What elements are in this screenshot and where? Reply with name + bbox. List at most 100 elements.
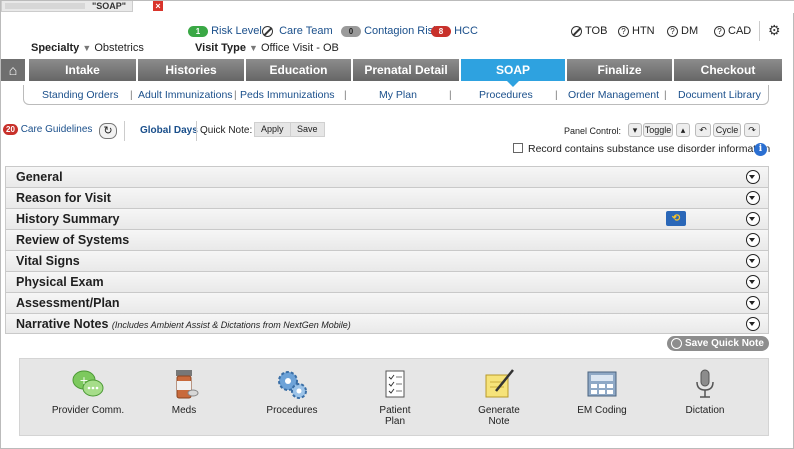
subnav-adult-immunizations[interactable]: Adult Immunizations	[138, 89, 233, 101]
panel-history-summary[interactable]: History Summary ⟲	[5, 208, 769, 229]
home-icon[interactable]: ⌂	[1, 59, 25, 81]
subnav-separator: |	[449, 90, 452, 101]
expand-chevron-icon[interactable]	[746, 191, 760, 205]
cycle-forward-icon[interactable]: ↷	[744, 123, 760, 137]
question-icon: ?	[618, 25, 629, 37]
subnav-procedures[interactable]: Procedures	[479, 89, 533, 101]
save-quick-note-label: Save Quick Note	[685, 338, 764, 349]
panel-physical-exam[interactable]: Physical Exam	[5, 271, 769, 292]
flag-cad[interactable]: ? CAD	[714, 24, 751, 38]
question-icon: ?	[714, 25, 725, 37]
tab-prenatal-detail[interactable]: Prenatal Detail	[353, 59, 460, 81]
panel-assessment-plan[interactable]: Assessment/Plan	[5, 292, 769, 313]
save-quick-note-button[interactable]: Save Quick Note	[667, 336, 769, 351]
document-tab[interactable]: "SOAP"	[1, 1, 134, 12]
expand-chevron-icon[interactable]	[746, 275, 760, 289]
panel-title: Reason for Visit	[16, 191, 111, 205]
hcc[interactable]: 8 HCC	[431, 24, 478, 38]
procedures-button[interactable]: Procedures	[252, 367, 332, 416]
expand-all-icon[interactable]: ▴	[676, 123, 690, 137]
flag-tob[interactable]: TOB	[571, 24, 607, 38]
clock-icon	[671, 338, 682, 349]
hcc-label: HCC	[454, 25, 478, 37]
care-team-label: Care Team	[279, 25, 333, 37]
patient-plan-button[interactable]: Patient Plan	[355, 367, 435, 427]
expand-chevron-icon[interactable]	[746, 233, 760, 247]
tab-education[interactable]: Education	[246, 59, 352, 81]
chevron-down-icon: ▼	[82, 43, 92, 53]
generate-note-button[interactable]: Generate Note	[459, 367, 539, 427]
header-divider	[759, 21, 760, 41]
panel-reason-for-visit[interactable]: Reason for Visit	[5, 187, 769, 208]
tab-finalize[interactable]: Finalize	[567, 59, 673, 81]
expand-chevron-icon[interactable]	[746, 296, 760, 310]
apply-button[interactable]: Apply	[254, 122, 291, 137]
procedures-label: Procedures	[266, 405, 318, 416]
toolbar-divider	[124, 121, 125, 141]
specialty-label: Specialty	[31, 42, 80, 54]
tab-checkout[interactable]: Checkout	[674, 59, 783, 81]
toggle-button[interactable]: Toggle	[643, 123, 673, 137]
close-tab-icon[interactable]: ×	[153, 1, 163, 11]
subnav-standing-orders[interactable]: Standing Orders	[42, 89, 118, 101]
calculator-icon	[587, 371, 617, 397]
document-tab-label: "SOAP"	[92, 1, 127, 11]
flag-htn-label: HTN	[632, 25, 655, 37]
hcc-pill: 8	[431, 25, 451, 37]
panel-title: History Summary	[16, 212, 120, 226]
contagion-risk[interactable]: 0 Contagion Risk	[341, 24, 439, 38]
flag-cad-label: CAD	[728, 25, 752, 37]
collapse-all-icon[interactable]: ▾	[628, 123, 642, 137]
panel-narrative-notes[interactable]: Narrative Notes (Includes Ambient Assist…	[5, 313, 769, 334]
main-nav: ⌂ Intake Histories Education Prenatal De…	[1, 59, 783, 87]
panel-vital-signs[interactable]: Vital Signs	[5, 250, 769, 271]
subnav-separator: |	[344, 90, 347, 101]
history-update-icon[interactable]: ⟲	[666, 211, 686, 226]
subnav-order-management[interactable]: Order Management	[568, 89, 659, 101]
expand-chevron-icon[interactable]	[746, 170, 760, 184]
em-coding-button[interactable]: EM Coding	[562, 367, 642, 416]
subnav-separator: |	[664, 90, 667, 101]
substance-use-checkbox[interactable]	[513, 143, 523, 153]
tab-intake[interactable]: Intake	[29, 59, 137, 81]
info-icon[interactable]: i	[754, 143, 767, 156]
expand-chevron-icon[interactable]	[746, 254, 760, 268]
panel-title-text: Narrative Notes	[16, 317, 109, 331]
provider-comm-button[interactable]: + Provider Comm.	[48, 367, 128, 416]
specialty-selector[interactable]: Specialty ▼ Obstetrics	[31, 41, 144, 55]
contagion-risk-label: Contagion Risk	[364, 25, 439, 37]
panel-title: Narrative Notes (Includes Ambient Assist…	[16, 317, 351, 331]
tab-soap[interactable]: SOAP	[461, 59, 566, 87]
subnav-document-library[interactable]: Document Library	[678, 89, 761, 101]
care-team[interactable]: Care Team	[262, 24, 333, 38]
global-days-link[interactable]: Global Days	[140, 125, 198, 137]
risk-level[interactable]: 1 Risk Level	[188, 24, 262, 38]
subnav-separator: |	[234, 90, 237, 101]
prohibited-icon	[571, 25, 582, 37]
flag-htn[interactable]: ? HTN	[618, 24, 655, 38]
provider-comm-label: Provider Comm.	[51, 405, 125, 416]
flag-dm[interactable]: ? DM	[667, 24, 698, 38]
subnav-peds-immunizations[interactable]: Peds Immunizations	[240, 89, 335, 101]
expand-chevron-icon[interactable]	[746, 212, 760, 226]
care-guidelines[interactable]: 20 Care Guidelines	[3, 124, 92, 136]
tab-histories[interactable]: Histories	[138, 59, 245, 81]
risk-level-label: Risk Level	[211, 25, 262, 37]
dictation-button[interactable]: Dictation	[665, 367, 745, 416]
panel-title: Vital Signs	[16, 254, 80, 268]
save-button[interactable]: Save	[290, 122, 325, 137]
panel-review-of-systems[interactable]: Review of Systems	[5, 229, 769, 250]
prohibited-icon	[262, 25, 273, 37]
expand-chevron-icon[interactable]	[746, 317, 760, 331]
cycle-button[interactable]: Cycle	[713, 123, 741, 137]
dictation-label: Dictation	[685, 405, 725, 416]
visit-type-selector[interactable]: Visit Type ▼ Office Visit - OB	[195, 41, 339, 55]
panel-general[interactable]: General	[5, 166, 769, 187]
meds-label: Meds	[171, 405, 197, 416]
gear-icon[interactable]: ⚙	[768, 23, 781, 37]
cycle-back-icon[interactable]: ↶	[695, 123, 711, 137]
subnav-my-plan[interactable]: My Plan	[379, 89, 417, 101]
refresh-icon[interactable]: ↻	[99, 123, 117, 139]
meds-button[interactable]: Meds	[144, 367, 224, 416]
patient-plan-label: Patient Plan	[379, 405, 411, 427]
